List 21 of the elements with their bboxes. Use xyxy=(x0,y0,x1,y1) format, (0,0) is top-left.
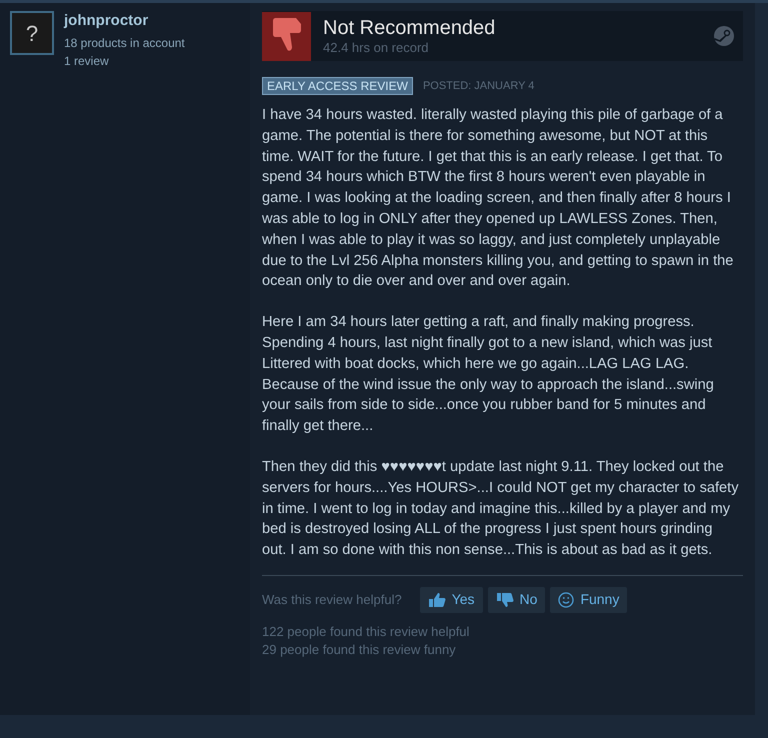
avatar[interactable]: ? xyxy=(10,11,54,55)
review-stat: 29 people found this review funny xyxy=(262,640,457,659)
vote-button[interactable]: Funny xyxy=(550,586,628,613)
vote-button[interactable]: Yes xyxy=(420,586,483,613)
thumbs-up-icon xyxy=(428,592,446,608)
smiley-icon xyxy=(558,592,574,608)
helpful-prompt: Was this review helpful? xyxy=(262,591,402,610)
review-paragraph: I have 34 hours wasted. literally wasted playing this pile of garbage of a game. The potential is there for something awesome, but NOT at this time. WAIT for the future. I get that this is an early release. I get that. To spend 34 hours which BTW the first 8 hours weren't even playable in game. I was looking at the loading screen, and then finally after 8 hours I was able to log in ONLY after they opened up LAWLESS Zones. Then, when I was able to play it was so laggy, and just completely unplayable due to the Lvl 256 Alpha monsters killing you, and getting to spawn in the ocean only to die over and over and over again. xyxy=(262,106,734,292)
early-access-badge: EARLY ACCESS REVIEW xyxy=(262,77,413,95)
hours-on-record: 42.4 hrs on record xyxy=(323,40,430,56)
steam-logo-icon xyxy=(713,25,735,47)
products-count[interactable]: 18 products in account xyxy=(64,34,185,52)
reviews-count[interactable]: 1 review xyxy=(64,52,185,70)
review-paragraph: Here I am 34 hours later getting a raft, and finally making progress. Spending 4 hours, last night finally got to a new island, which was just Littered with boat docks, which here we go again...LAG LAG LAG. Because of the wind issue the only way to approach the island...swing your sails from side to side...once you rubber band for 5 minutes and finally get there... xyxy=(262,313,715,436)
review-paragraph: Then they did this ♥♥♥♥♥♥♥t update last night 9.11. They locked out the servers for hours....Yes HOURS>...I could NOT get my character to safety in time. I went to log in today and imagine this...killed by a player and my bed is destroyed losing ALL of the progress I just spent hours grinding out. I am so done with this non sense...This is about as bad as it gets. xyxy=(262,458,739,560)
verdict-title: Not Recommended xyxy=(323,16,496,40)
thumbs-down-icon xyxy=(496,592,514,608)
posted-date: POSTED: JANUARY 4 xyxy=(422,78,534,94)
vote-button[interactable]: No xyxy=(488,586,546,613)
review-stat: 122 people found this review helpful xyxy=(262,622,470,641)
author-name[interactable]: johnproctor xyxy=(64,11,185,31)
